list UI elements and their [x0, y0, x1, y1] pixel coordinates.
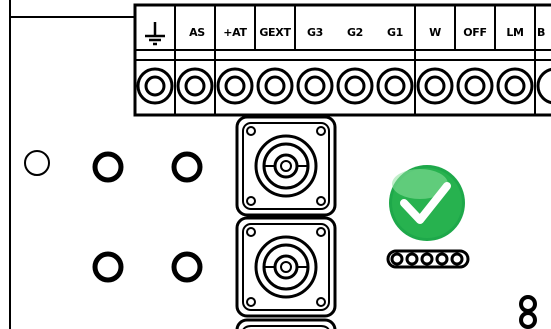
screw-terminal-4 [256, 67, 294, 105]
terminal-label-as: AS [189, 26, 205, 39]
bnc-connector-3 [235, 318, 337, 329]
screw-terminal-7 [376, 67, 414, 105]
terminal-label-g2: G2 [346, 26, 364, 39]
bnc-connector-2 [235, 216, 337, 318]
board-drawing [9, 0, 551, 329]
pads [92, 151, 203, 283]
screw-terminal-9 [456, 67, 494, 105]
terminal-label-w: W [429, 26, 441, 39]
screw-terminal-10 [496, 67, 534, 105]
screw-terminal-6 [336, 67, 374, 105]
screw-terminals [136, 67, 551, 105]
screw-terminal-2 [176, 67, 214, 105]
bnc-connector-1 [235, 115, 337, 217]
pin-header [386, 249, 470, 269]
pad-4 [171, 251, 203, 283]
terminal-label-off: OFF [463, 26, 487, 39]
pad-1 [92, 151, 124, 183]
screw-terminal-8 [416, 67, 454, 105]
pad-2 [171, 151, 203, 183]
checkmark-icon [389, 165, 465, 241]
pad-3 [92, 251, 124, 283]
partial-pad [519, 295, 537, 329]
terminal-label-at: +AT [223, 26, 247, 39]
screw-terminal-5 [296, 67, 334, 105]
control-board: AS +AT GEXT G3 G2 G1 W OFF LM B [0, 0, 551, 329]
screw-terminal-1 [136, 67, 174, 105]
terminal-label-gext: GEXT [259, 26, 291, 39]
terminal-label-g3: G3 [306, 26, 324, 39]
screw-terminal-3 [216, 67, 254, 105]
mounting-hole [24, 150, 50, 176]
ground-icon [145, 22, 165, 46]
terminal-label-b: B [537, 26, 546, 39]
screw-terminal-11 [536, 67, 551, 105]
terminal-label-lm: LM [506, 26, 524, 39]
terminal-label-g1: G1 [386, 26, 404, 39]
